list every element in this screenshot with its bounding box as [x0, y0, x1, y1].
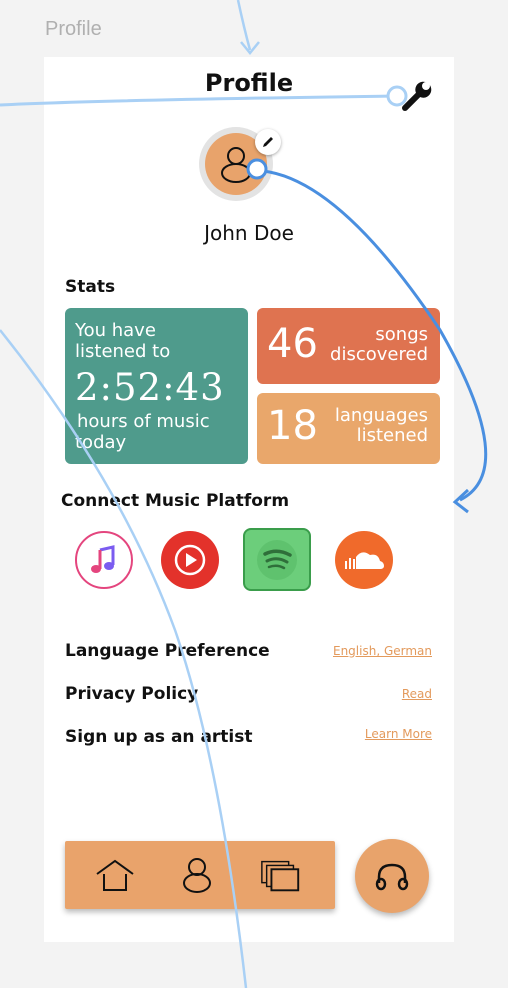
songs-discovered-card: 46 songs discovered [257, 308, 440, 384]
languages-label1: languages [334, 405, 428, 426]
listening-line4: today [75, 432, 127, 453]
languages-number: 18 [267, 403, 318, 449]
artist-signup-link[interactable]: Learn More [365, 727, 432, 741]
apple-music-icon[interactable] [75, 531, 133, 589]
platforms-heading: Connect Music Platform [61, 491, 290, 511]
privacy-policy-link[interactable]: Read [402, 687, 432, 701]
soundcloud-icon[interactable] [335, 531, 393, 589]
listening-line3: hours of music [77, 411, 210, 432]
listening-time: 2:52:43 [75, 366, 225, 409]
headphones-icon[interactable] [355, 839, 429, 913]
page-title: Profile [204, 69, 294, 97]
frame-label: Profile [45, 18, 102, 40]
privacy-policy-label: Privacy Policy [65, 684, 199, 704]
library-icon[interactable] [259, 855, 303, 895]
language-preference-link[interactable]: English, German [333, 644, 432, 658]
profile-icon[interactable] [175, 855, 219, 895]
language-preference-label: Language Preference [65, 641, 270, 661]
listening-time-card: You have listened to 2:52:43 hours of mu… [65, 308, 248, 464]
user-name: John Doe [204, 221, 294, 245]
home-icon[interactable] [93, 855, 137, 895]
songs-number: 46 [267, 321, 318, 367]
stats-heading: Stats [65, 277, 116, 297]
youtube-music-icon[interactable] [161, 531, 219, 589]
wrench-icon[interactable] [399, 77, 435, 113]
listening-line2: listened to [75, 341, 171, 362]
songs-label2: discovered [330, 344, 428, 365]
languages-card: 18 languages listened [257, 393, 440, 464]
listening-line1: You have [75, 320, 156, 341]
languages-label2: listened [356, 425, 428, 446]
profile-screen: Profile John Doe Stats You have listened… [44, 57, 454, 942]
songs-label1: songs [375, 324, 428, 345]
spotify-icon[interactable] [243, 528, 311, 591]
artist-signup-label: Sign up as an artist [65, 727, 253, 747]
pencil-icon[interactable] [255, 129, 281, 155]
bottom-nav [65, 841, 335, 909]
